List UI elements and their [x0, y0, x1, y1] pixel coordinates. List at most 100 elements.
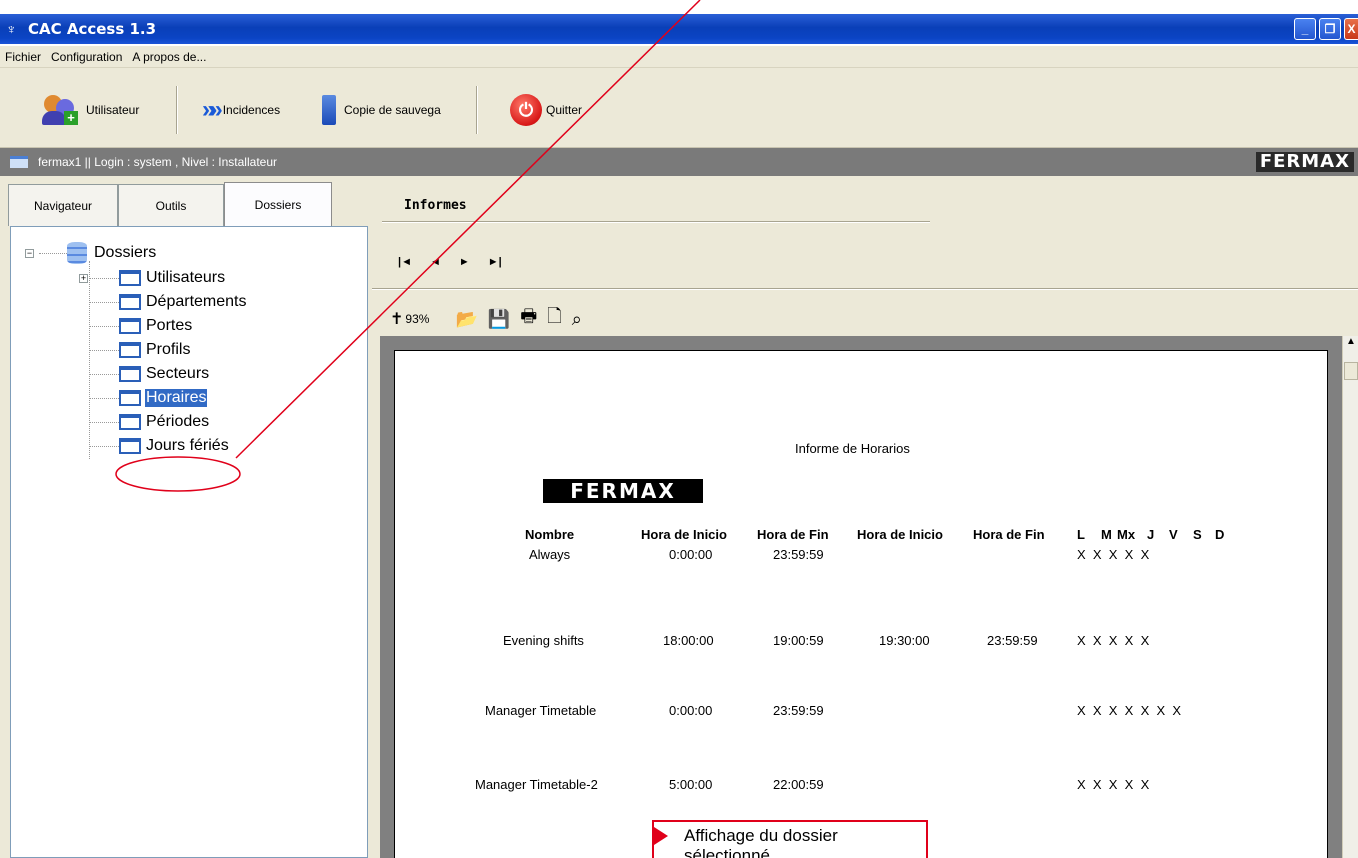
save-icon[interactable]: 💾: [488, 309, 510, 330]
tree-item-departements[interactable]: Départements: [119, 290, 248, 314]
fermax-brand: FERMAX: [1255, 152, 1354, 172]
window-controls: _ ❐ X: [1294, 18, 1358, 40]
tree-item-horaires[interactable]: Horaires: [119, 386, 208, 410]
report-tab-title[interactable]: Informes: [404, 198, 467, 213]
folder-icon: [119, 414, 141, 430]
report-viewer: Informe de Horarios FERMAX Nombre Hora d…: [380, 336, 1342, 858]
col-mx: Mx: [1117, 527, 1136, 542]
col-m: M: [1101, 527, 1112, 542]
tree-line: [89, 398, 119, 399]
user-button-label: Utilisateur: [86, 103, 140, 117]
user-button[interactable]: + Utilisateur: [42, 92, 139, 128]
tree-line: [89, 422, 119, 423]
tree-item-jours-feries[interactable]: Jours fériés: [119, 434, 230, 458]
power-icon: ⏻: [510, 94, 542, 126]
tree-item-secteurs[interactable]: Secteurs: [119, 362, 210, 386]
expand-toggle[interactable]: +: [79, 274, 88, 283]
annotation-callout: Affichage du dossier sélectionné: [652, 820, 928, 858]
folder-icon: [119, 318, 141, 334]
row-start1: 0:00:00: [669, 703, 713, 718]
minimize-button[interactable]: _: [1294, 18, 1316, 40]
title-bar: ♆ CAC Access 1.3 _ ❐ X: [0, 14, 1358, 44]
database-icon: [67, 242, 87, 264]
folder-icon: [119, 342, 141, 358]
col-hora-fin-2: Hora de Fin: [973, 527, 1045, 542]
incidents-button[interactable]: »» Incidences: [202, 92, 280, 128]
report-page: Informe de Horarios FERMAX Nombre Hora d…: [394, 350, 1328, 858]
arrow-pointer-icon: [654, 827, 668, 845]
callout-text: Affichage du dossier sélectionné: [684, 826, 838, 858]
left-panel: Navigateur Outils Dossiers − Dossiers + …: [0, 176, 372, 858]
window-title: CAC Access 1.3: [28, 20, 157, 38]
row-name: Manager Timetable: [485, 703, 597, 718]
tree-item-periodes[interactable]: Périodes: [119, 410, 210, 434]
main-toolbar: + Utilisateur »» Incidences Copie de sau…: [0, 68, 1358, 148]
menu-configuration[interactable]: Configuration: [46, 50, 127, 64]
scroll-up-icon[interactable]: ▲: [1343, 336, 1358, 356]
open-folder-icon[interactable]: 📂: [455, 309, 477, 330]
tab-dossiers[interactable]: Dossiers: [224, 182, 332, 226]
restore-button[interactable]: ❐: [1319, 18, 1341, 40]
toolbar-separator: [476, 86, 478, 134]
col-v: V: [1169, 527, 1178, 542]
incidents-button-label: Incidences: [222, 103, 281, 117]
last-page-button[interactable]: ►|: [488, 256, 502, 268]
row-days: X X X X X X X: [1077, 703, 1182, 718]
new-page-icon[interactable]: 🗋: [547, 304, 561, 334]
tab-outils[interactable]: Outils: [118, 184, 224, 226]
title-underline: [382, 221, 930, 223]
zoom-level[interactable]: 93%: [405, 312, 429, 326]
users-icon: +: [42, 93, 80, 127]
window-icon: [10, 156, 28, 168]
vertical-scrollbar[interactable]: ▲: [1342, 336, 1358, 858]
selected-item-label: Horaires: [145, 389, 208, 407]
row-days: X X X X X: [1077, 547, 1150, 562]
quit-button-label: Quitter: [546, 103, 583, 117]
tree-root-dossiers[interactable]: Dossiers: [67, 241, 157, 265]
col-hora-inicio-2: Hora de Inicio: [857, 527, 943, 542]
tree-line: [89, 446, 119, 447]
zoom-icon[interactable]: ✝: [390, 309, 403, 329]
row-start1: 5:00:00: [669, 777, 713, 792]
folder-icon: [119, 366, 141, 382]
row-name: Evening shifts: [503, 633, 584, 648]
first-page-button[interactable]: |◄: [398, 256, 412, 268]
scroll-thumb[interactable]: [1344, 362, 1358, 380]
tree-line: [89, 350, 119, 351]
double-arrow-icon: »»: [202, 96, 223, 123]
session-status-bar: fermax1 || Login : system , Nivel : Inst…: [0, 148, 1358, 176]
row-days: X X X X X: [1077, 633, 1150, 648]
row-name: Manager Timetable-2: [475, 777, 598, 792]
col-d: D: [1215, 527, 1225, 542]
binoculars-icon[interactable]: ⌕: [572, 309, 582, 330]
quit-button[interactable]: ⏻ Quitter: [510, 92, 582, 128]
backup-button[interactable]: Copie de sauvega: [322, 92, 441, 128]
tree-item-profils[interactable]: Profils: [119, 338, 191, 362]
collapse-toggle[interactable]: −: [25, 249, 34, 258]
row-end1: 19:00:59: [773, 633, 824, 648]
menu-a-propos[interactable]: A propos de...: [127, 50, 211, 64]
tree-item-utilisateurs[interactable]: Utilisateurs: [119, 266, 226, 290]
row-end1: 23:59:59: [773, 547, 824, 562]
row-end1: 23:59:59: [773, 703, 824, 718]
tree-root-label: Dossiers: [94, 244, 157, 261]
row-start1: 18:00:00: [663, 633, 714, 648]
col-s: S: [1193, 527, 1202, 542]
row-start2: 19:30:00: [879, 633, 930, 648]
prev-page-button[interactable]: ◄: [430, 256, 441, 268]
menu-bar: Fichier Configuration A propos de...: [0, 46, 1358, 68]
tree-line: [89, 261, 90, 459]
backup-button-label: Copie de sauvega: [344, 103, 441, 117]
close-button[interactable]: X: [1344, 18, 1358, 40]
session-info: fermax1 || Login : system , Nivel : Inst…: [38, 155, 277, 169]
next-page-button[interactable]: ►: [459, 256, 470, 268]
report-heading: Informe de Horarios: [795, 441, 910, 456]
backup-icon: [322, 95, 336, 125]
panel-tabs: Navigateur Outils Dossiers: [8, 182, 332, 226]
col-hora-fin-1: Hora de Fin: [757, 527, 829, 542]
print-icon[interactable]: 🖶: [520, 304, 537, 334]
menu-fichier[interactable]: Fichier: [0, 50, 46, 64]
tree-item-portes[interactable]: Portes: [119, 314, 193, 338]
col-j: J: [1147, 527, 1155, 542]
tab-navigateur[interactable]: Navigateur: [8, 184, 118, 226]
